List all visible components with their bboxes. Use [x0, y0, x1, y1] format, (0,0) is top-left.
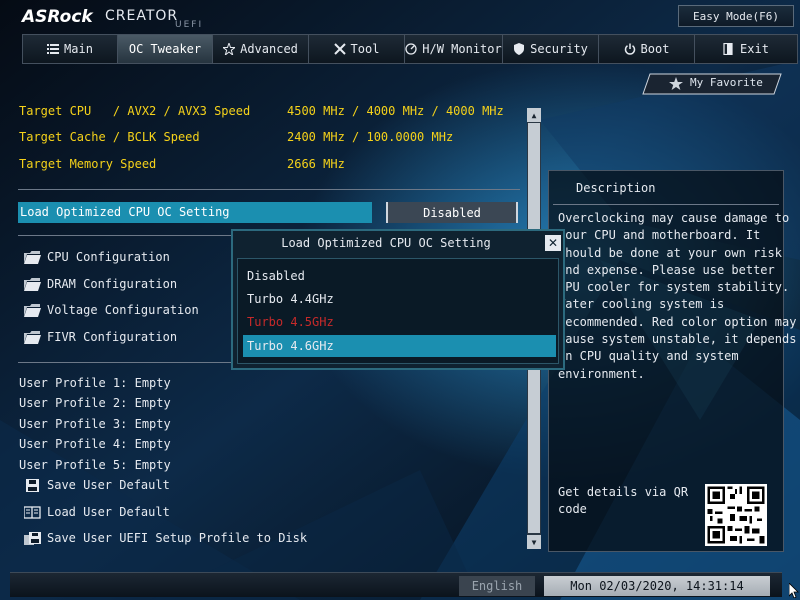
save-icon — [26, 478, 39, 492]
target-cpu-value: 4500 MHz / 4000 MHz / 4000 MHz — [287, 104, 504, 118]
tab-advanced[interactable]: Advanced — [212, 34, 308, 64]
tab-advanced-label: Advanced — [240, 42, 298, 56]
menu-label: CPU Configuration — [47, 250, 170, 264]
scroll-up-arrow-icon[interactable]: ▲ — [527, 108, 541, 122]
star-icon — [223, 43, 236, 55]
option-turbo-4-6ghz[interactable]: Turbo 4.6GHz — [247, 339, 334, 353]
folder-icon — [24, 303, 41, 317]
target-cache-value: 2400 MHz / 100.0000 MHz — [287, 130, 454, 144]
datetime-display: Mon 02/03/2020, 14:31:14 — [544, 576, 770, 596]
option-turbo-4-5ghz[interactable]: Turbo 4.5GHz — [247, 315, 334, 329]
action-label: Save User Default — [47, 478, 170, 492]
main-tab-bar: Main OC Tweaker Advanced Tool H/W Monito… — [22, 34, 798, 64]
easy-mode-button[interactable]: Easy Mode(F6) — [678, 5, 794, 27]
brand-logo: ASRock — [22, 7, 93, 27]
menu-cpu-configuration[interactable]: CPU Configuration — [24, 250, 170, 264]
menu-fivr-configuration[interactable]: FIVR Configuration — [24, 330, 177, 344]
target-memory-label: Target Memory Speed — [19, 157, 157, 171]
menu-label: FIVR Configuration — [47, 330, 178, 344]
product-name: CREATOR — [105, 8, 179, 24]
action-label: Save User UEFI Setup Profile to Disk — [47, 531, 308, 545]
folder-icon — [24, 250, 41, 264]
save-user-default-button[interactable]: Save User Default — [24, 478, 170, 492]
tab-hw-monitor[interactable]: H/W Monitor — [404, 34, 502, 64]
exit-icon — [723, 43, 733, 55]
target-cache-label: Target Cache / BCLK Speed — [19, 130, 200, 144]
list-icon — [47, 44, 60, 54]
action-label: Load User Default — [47, 505, 170, 519]
tab-oc-tweaker[interactable]: OC Tweaker — [117, 34, 212, 64]
user-profile-3[interactable]: User Profile 3: Empty — [19, 417, 171, 431]
power-icon — [624, 43, 635, 55]
description-title: Description — [576, 181, 656, 195]
load-user-default-button[interactable]: Load User Default — [24, 505, 170, 519]
tab-exit[interactable]: Exit — [694, 34, 798, 64]
mouse-cursor-icon — [789, 583, 799, 598]
menu-label: Voltage Configuration — [47, 303, 199, 317]
firmware-label: UEFI — [175, 20, 204, 30]
menu-label: DRAM Configuration — [47, 277, 178, 291]
tab-tool[interactable]: Tool — [308, 34, 404, 64]
scroll-down-arrow-icon[interactable]: ▼ — [527, 535, 541, 549]
tools-icon — [333, 43, 346, 55]
shield-icon — [514, 43, 525, 55]
popup-title: Load Optimized CPU OC Setting — [281, 236, 491, 250]
user-profile-1[interactable]: User Profile 1: Empty — [19, 376, 171, 390]
tab-security[interactable]: Security — [502, 34, 598, 64]
tab-main[interactable]: Main — [22, 34, 117, 64]
tab-tool-label: Tool — [350, 42, 380, 56]
save-profile-to-disk-button[interactable]: Save User UEFI Setup Profile to Disk — [24, 531, 307, 545]
divider — [553, 204, 779, 205]
menu-voltage-configuration[interactable]: Voltage Configuration — [24, 303, 199, 317]
user-profile-5[interactable]: User Profile 5: Empty — [19, 458, 171, 472]
folder-icon — [24, 277, 41, 291]
menu-dram-configuration[interactable]: DRAM Configuration — [24, 277, 177, 291]
tab-hw-monitor-label: H/W Monitor — [422, 42, 502, 56]
tab-boot[interactable]: Boot — [598, 34, 694, 64]
tab-boot-label: Boot — [640, 42, 670, 56]
folder-icon — [24, 330, 41, 344]
option-turbo-4-4ghz[interactable]: Turbo 4.4GHz — [247, 292, 334, 306]
setting-label: Load Optimized CPU OC Setting — [20, 205, 230, 219]
target-memory-value: 2666 MHz — [287, 157, 345, 171]
option-disabled[interactable]: Disabled — [247, 269, 305, 283]
close-icon[interactable]: ✕ — [545, 235, 561, 251]
load-icon — [24, 505, 41, 519]
tab-security-label: Security — [530, 42, 588, 56]
my-favorite-label: My Favorite — [690, 76, 763, 89]
divider — [18, 189, 520, 190]
language-selector[interactable]: English — [459, 576, 535, 596]
target-cpu-label: Target CPU / AVX2 / AVX3 Speed — [19, 104, 251, 118]
user-profile-4[interactable]: User Profile 4: Empty — [19, 437, 171, 451]
gauge-icon — [405, 43, 417, 55]
qr-label: Get details via QR code — [558, 485, 689, 516]
tab-oc-tweaker-label: OC Tweaker — [128, 42, 202, 56]
setting-value-selector[interactable]: Disabled — [386, 202, 518, 223]
save-disk-icon — [24, 531, 41, 545]
tab-main-label: Main — [64, 42, 93, 56]
qr-code-icon — [705, 484, 767, 546]
user-profile-2[interactable]: User Profile 2: Empty — [19, 396, 171, 410]
description-text: Overclocking may cause damage to your CP… — [558, 211, 797, 381]
tab-exit-label: Exit — [740, 42, 769, 56]
